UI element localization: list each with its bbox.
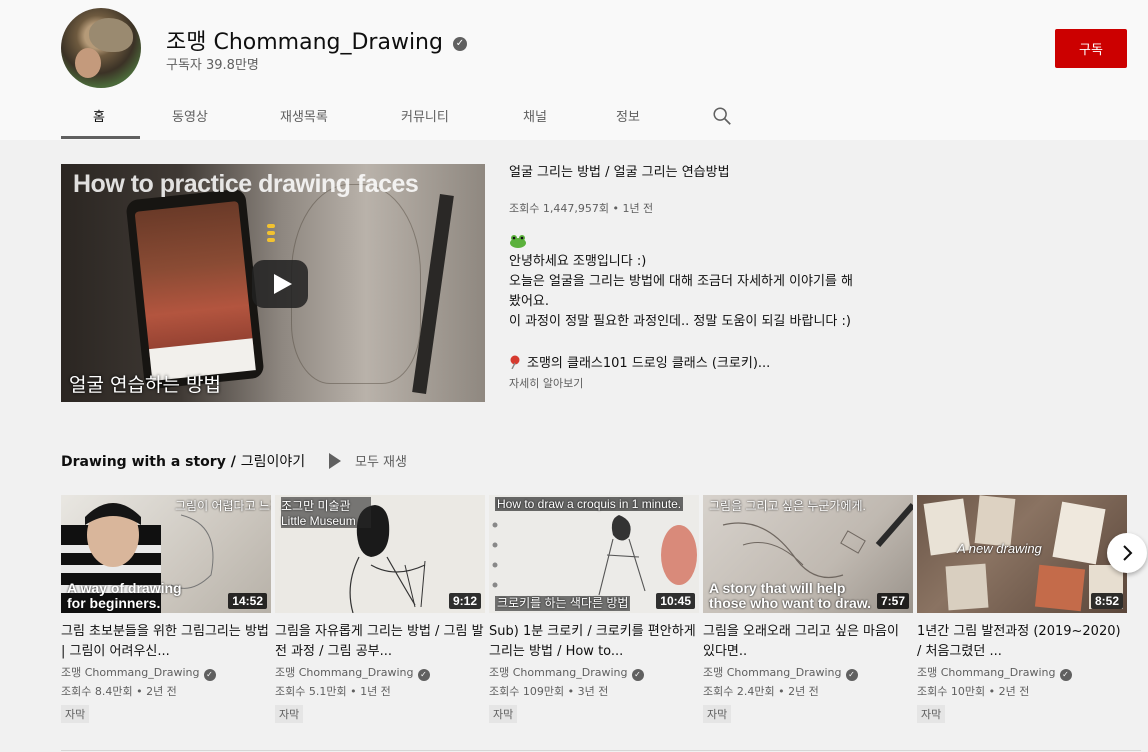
verified-badge-icon: ✓ [1059,669,1072,681]
verified-badge-icon: ✓ [631,669,644,681]
video-duration: 9:12 [448,593,481,609]
video-card[interactable]: 그림을 그리고 싶은 누군가에게. A story that will help… [703,495,913,723]
featured-video-description: 안녕하세요 조맹입니다 :) 오늘은 얼굴을 그리는 방법에 대해 조금더 자세… [509,254,854,329]
video-channel[interactable]: 조맹 Chommang_Drawing ✓ [489,664,699,681]
video-card[interactable]: 조그만 미술관 Little Museum 9:12 그림을 자유롭게 그리는 … [275,495,485,723]
avatar-creature [89,18,133,52]
video-thumbnail[interactable]: 그림이 어렵다고 느끼는 왕초보 분들께 A way of drawing fo… [61,495,271,613]
video-thumbnail[interactable]: 그림을 그리고 싶은 누군가에게. A story that will help… [703,495,913,613]
verified-badge-icon: ✓ [452,37,467,51]
featured-video-meta: 조회수 1,447,957회 • 1년 전 [509,202,654,215]
video-title[interactable]: 1년간 그림 발전과정 (2019~2020) / 처음그렸던 ... [917,622,1127,662]
video-channel[interactable]: 조맹 Chommang_Drawing ✓ [275,664,485,681]
video-channel-name: 조맹 Chommang_Drawing [489,666,628,679]
featured-video-info: 얼굴 그리는 방법 / 얼굴 그리는 연습방법 조회수 1,447,957회 •… [509,164,909,390]
thumbnail-overlay-top: 그림이 어렵다고 느끼는 왕초보 분들께 [175,499,271,513]
play-icon [329,453,341,469]
video-thumbnail[interactable]: 조그만 미술관 Little Museum 9:12 [275,495,485,613]
video-card[interactable]: How to draw a croquis in 1 minute. 크로키를 … [489,495,699,723]
video-meta: 조회수 10만회 • 2년 전 [917,685,1030,698]
play-button-icon[interactable] [252,260,308,308]
caption-badge: 자막 [61,705,90,723]
subscribe-button[interactable]: 구독 [1055,29,1127,68]
phone-screen [134,201,254,362]
featured-video-thumbnail[interactable]: How to practice drawing faces 얼굴 연습하는 방법 [61,164,485,402]
face-sketch [291,184,421,384]
featured-thumb-caption: 얼굴 연습하는 방법 [69,374,221,396]
thumbnail-overlay-top: How to draw a croquis in 1 minute. [495,497,684,511]
thumbnail-overlay-top: A new drawing [957,541,1042,556]
caption-badge: 자막 [917,705,946,723]
section-divider [61,750,1141,751]
video-title[interactable]: 그림을 자유롭게 그리는 방법 / 그림 발전 과정 / 그림 공부... [275,622,485,662]
active-tab-indicator [61,136,140,139]
chevron-right-icon [1123,545,1133,561]
read-more-link[interactable]: 자세히 알아보기 [509,375,583,391]
subscriber-count: 구독자 39.8만명 [166,58,259,73]
verified-badge-icon: ✓ [417,669,430,681]
section-title-ko: 그림이야기 [240,454,306,470]
pushpin-emoji-icon [510,355,520,369]
featured-pin-line: 조맹의 클래스101 드로잉 클래스 (크로키)... [509,352,770,371]
search-icon[interactable] [711,105,733,127]
video-channel[interactable]: 조맹 Chommang_Drawing ✓ [917,664,1127,681]
thumbnail-overlay-top: 그림을 그리고 싶은 누군가에게. [709,499,866,513]
video-duration: 7:57 [876,593,909,609]
tab-home[interactable]: 홈 [93,106,105,125]
video-duration: 8:52 [1090,593,1123,609]
tab-about[interactable]: 정보 [616,106,640,125]
section-title[interactable]: Drawing with a story / 그림이야기 [61,451,305,471]
thumbnail-overlay-bottom: A story that will help those who want to… [709,580,872,611]
thumbnail-overlay-bottom: A way of drawing for beginners. [67,580,182,611]
tab-channels[interactable]: 채널 [523,106,547,125]
caption-badge: 자막 [275,705,304,723]
video-meta: 조회수 8.4만회 • 2년 전 [61,685,177,698]
video-meta: 조회수 5.1만회 • 1년 전 [275,685,391,698]
video-thumbnail[interactable]: How to draw a croquis in 1 minute. 크로키를 … [489,495,699,613]
channel-name: 조맹 Chommang_Drawing [166,30,443,55]
section-title-en: Drawing with a story / [61,454,241,470]
featured-pin-text: 조맹의 클래스101 드로잉 클래스 (크로키)... [527,356,771,371]
video-channel[interactable]: 조맹 Chommang_Drawing ✓ [703,664,913,681]
caption-badge: 자막 [703,705,732,723]
tab-playlists[interactable]: 재생목록 [280,106,328,125]
channel-title-row: 조맹 Chommang_Drawing ✓ [166,24,467,56]
video-channel-name: 조맹 Chommang_Drawing [275,666,414,679]
video-channel[interactable]: 조맹 Chommang_Drawing ✓ [61,664,271,681]
accent-marks [267,224,275,244]
avatar-face [75,48,101,78]
video-duration: 10:45 [656,593,695,609]
caption-badge: 자막 [489,705,518,723]
video-thumbnail[interactable]: A new drawing 8:52 [917,495,1127,613]
shelf-next-button[interactable] [1107,533,1147,573]
video-title[interactable]: 그림 초보분들을 위한 그림그리는 방법 | 그림이 어려우신... [61,622,271,662]
channel-avatar[interactable] [61,8,141,88]
video-card[interactable]: A new drawing 8:52 1년간 그림 발전과정 (2019~202… [917,495,1127,723]
video-title[interactable]: 그림을 오래오래 그리고 싶은 마음이 있다면.. [703,622,913,662]
tab-community[interactable]: 커뮤니티 [401,106,449,125]
video-title[interactable]: Sub) 1분 크로키 / 크로키를 편안하게 그리는 방법 / How to.… [489,622,699,662]
video-channel-name: 조맹 Chommang_Drawing [703,666,842,679]
thumbnail-overlay-top: 조그만 미술관 Little Museum [281,497,371,528]
thumbnail-overlay-bottom: 크로키를 하는 색다른 방법 [495,596,631,611]
channel-header: 조맹 Chommang_Drawing ✓ 구독자 39.8만명 구독 홈 동영상… [0,0,1148,140]
play-all-label: 모두 재생 [355,455,407,470]
video-card[interactable]: 그림이 어렵다고 느끼는 왕초보 분들께 A way of drawing fo… [61,495,271,723]
verified-badge-icon: ✓ [845,669,858,681]
frog-emoji-icon [510,235,526,248]
video-meta: 조회수 109만회 • 3년 전 [489,685,609,698]
play-all-button[interactable]: 모두 재생 [329,451,407,470]
video-channel-name: 조맹 Chommang_Drawing [61,666,200,679]
video-meta: 조회수 2.4만회 • 2년 전 [703,685,819,698]
video-channel-name: 조맹 Chommang_Drawing [917,666,1056,679]
featured-video-title[interactable]: 얼굴 그리는 방법 / 얼굴 그리는 연습방법 [509,164,909,182]
tab-videos[interactable]: 동영상 [172,106,208,125]
verified-badge-icon: ✓ [203,669,216,681]
featured-thumb-title: How to practice drawing faces [73,170,419,198]
video-duration: 14:52 [228,593,267,609]
phone-illustration [125,188,265,390]
